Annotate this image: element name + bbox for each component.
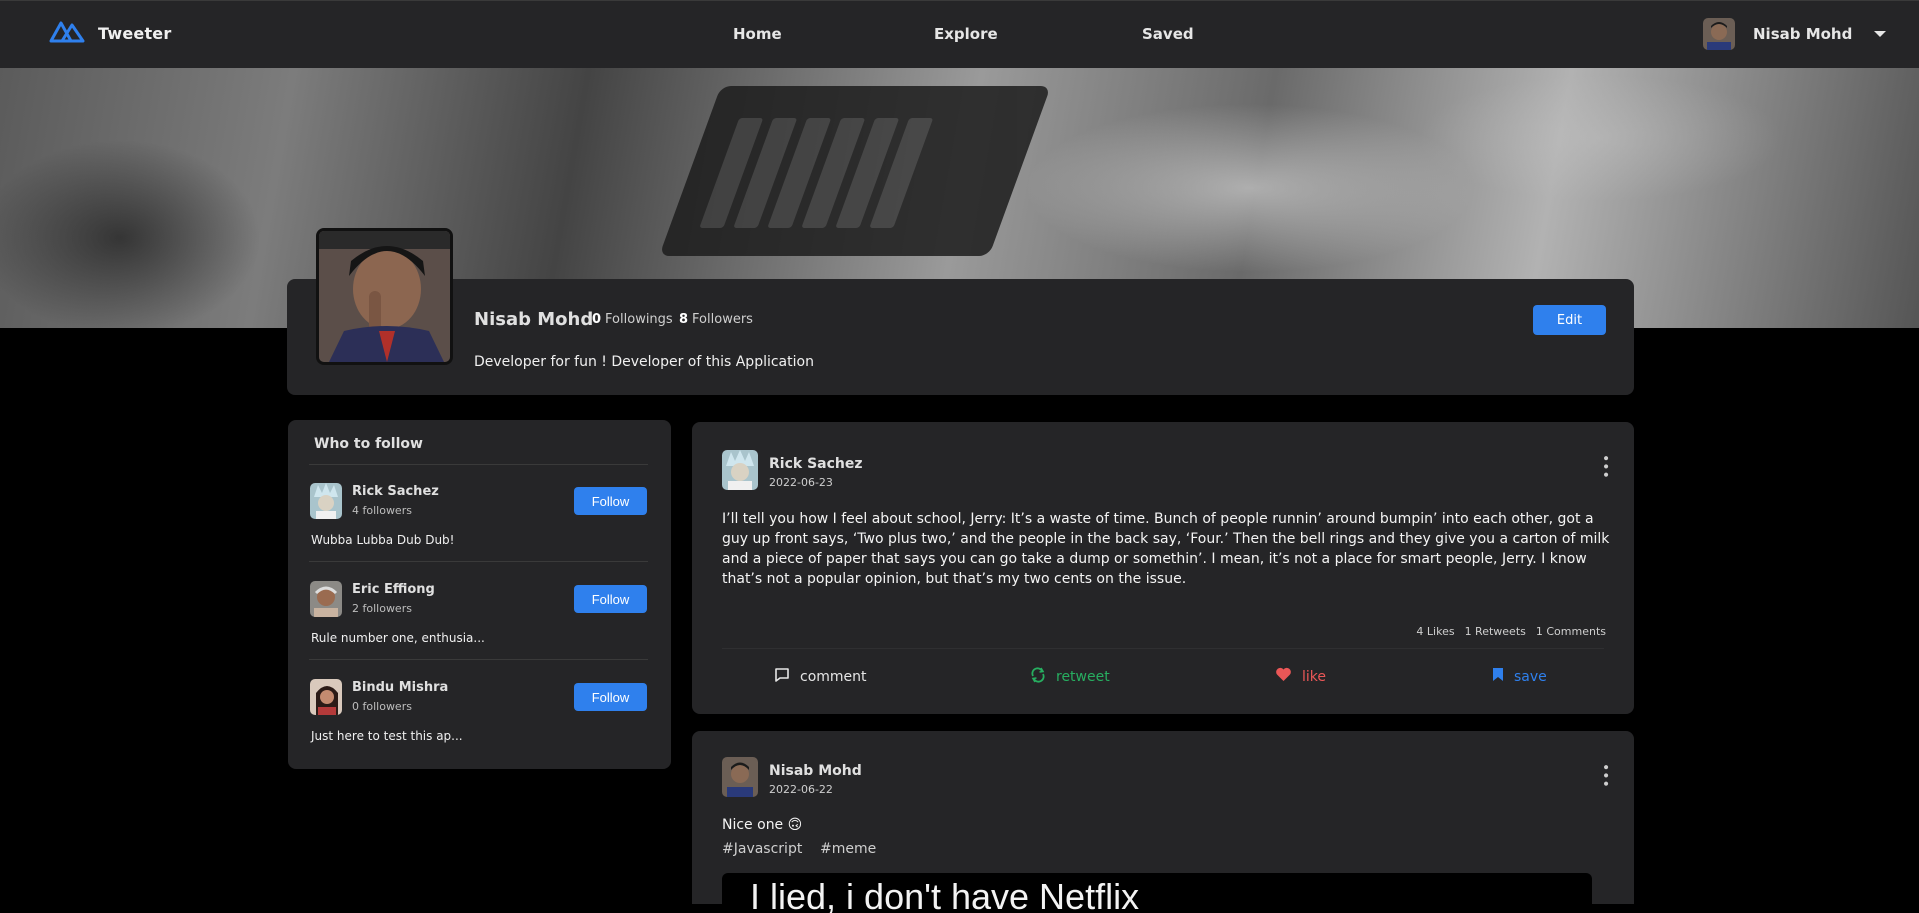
avatar bbox=[310, 483, 342, 519]
tweet-text: Nice one 🙃 bbox=[722, 817, 803, 833]
comments-count: 1 Comments bbox=[1535, 625, 1606, 638]
tweet-date: 2022-06-23 bbox=[769, 476, 833, 489]
profile-avatar bbox=[316, 228, 453, 365]
retweet-button[interactable]: retweet bbox=[1030, 667, 1110, 687]
hashtag[interactable]: #meme bbox=[820, 841, 876, 857]
tweet-author[interactable]: Rick Sachez bbox=[769, 456, 863, 472]
avatar bbox=[1703, 18, 1735, 50]
avatar bbox=[722, 450, 758, 490]
profile-bio: Developer for fun ! Developer of this Ap… bbox=[474, 354, 814, 370]
comment-icon bbox=[774, 667, 790, 687]
followings-stat[interactable]: 0 Followings bbox=[592, 312, 673, 327]
tweet-card: Nisab Mohd 2022-06-22 ••• Nice one 🙃 #Ja… bbox=[692, 731, 1634, 913]
retweet-label: retweet bbox=[1056, 669, 1110, 685]
suggestion-followers: 4 followers bbox=[352, 504, 412, 517]
like-button[interactable]: like bbox=[1275, 667, 1326, 686]
likes-count: 4 Likes bbox=[1416, 625, 1455, 638]
comment-button[interactable]: comment bbox=[774, 667, 867, 687]
who-to-follow-card: Who to follow Rick Sachez 4 followers Fo… bbox=[288, 420, 671, 769]
more-options-icon[interactable]: ••• bbox=[1597, 763, 1613, 788]
profile-card bbox=[287, 279, 1634, 395]
hashtag[interactable]: #Javascript bbox=[722, 841, 802, 857]
retweets-count: 1 Retweets bbox=[1464, 625, 1526, 638]
divider bbox=[309, 561, 648, 562]
nav-explore[interactable]: Explore bbox=[934, 25, 998, 43]
heart-icon bbox=[1275, 667, 1292, 686]
suggestion-followers: 0 followers bbox=[352, 700, 412, 713]
suggestion-name[interactable]: Eric Effiong bbox=[352, 582, 435, 597]
nav-saved[interactable]: Saved bbox=[1142, 25, 1194, 43]
follow-button[interactable]: Follow bbox=[574, 683, 647, 711]
suggestion-bio: Rule number one, enthusia... bbox=[311, 631, 485, 645]
tweet-card: Rick Sachez 2022-06-23 ••• I’ll tell you… bbox=[692, 422, 1634, 714]
nav-username: Nisab Mohd bbox=[1753, 25, 1853, 43]
retweet-icon bbox=[1030, 667, 1046, 687]
divider bbox=[309, 464, 648, 465]
followers-stat[interactable]: 8 Followers bbox=[679, 312, 753, 327]
tweet-author[interactable]: Nisab Mohd bbox=[769, 763, 862, 779]
follow-button[interactable]: Follow bbox=[574, 585, 647, 613]
suggestion-name[interactable]: Bindu Mishra bbox=[352, 680, 448, 695]
user-menu[interactable]: Nisab Mohd bbox=[1703, 18, 1887, 50]
who-to-follow-title: Who to follow bbox=[314, 436, 423, 452]
tweet-image[interactable]: I lied, i don't have Netflix bbox=[722, 873, 1592, 913]
suggestion-name[interactable]: Rick Sachez bbox=[352, 484, 439, 499]
tweet-image-caption: I lied, i don't have Netflix bbox=[750, 876, 1140, 913]
tweet-text: I’ll tell you how I feel about school, J… bbox=[722, 511, 1610, 587]
suggestion-bio: Wubba Lubba Dub Dub! bbox=[311, 533, 455, 547]
save-label: save bbox=[1514, 668, 1547, 685]
like-label: like bbox=[1302, 668, 1327, 685]
follow-button[interactable]: Follow bbox=[574, 487, 647, 515]
avatar bbox=[310, 679, 342, 715]
tweet-stats: 4 Likes 1 Retweets 1 Comments bbox=[1416, 625, 1606, 638]
divider bbox=[722, 648, 1604, 649]
more-options-icon[interactable]: ••• bbox=[1597, 454, 1613, 479]
comment-label: comment bbox=[800, 669, 867, 685]
brand-name: Tweeter bbox=[98, 23, 172, 43]
nav-home[interactable]: Home bbox=[733, 25, 782, 43]
tweet-date: 2022-06-22 bbox=[769, 783, 833, 796]
chevron-down-icon[interactable] bbox=[1874, 31, 1887, 37]
save-button[interactable]: save bbox=[1492, 667, 1547, 686]
avatar bbox=[310, 581, 342, 617]
edit-profile-button[interactable]: Edit bbox=[1533, 305, 1606, 335]
logo-icon bbox=[48, 18, 86, 48]
divider bbox=[309, 659, 648, 660]
cover-keyboard-shape bbox=[659, 86, 1051, 256]
suggestion-followers: 2 followers bbox=[352, 602, 412, 615]
avatar bbox=[722, 757, 758, 797]
profile-name: Nisab Mohd bbox=[474, 309, 594, 330]
brand[interactable]: Tweeter bbox=[48, 18, 171, 48]
bookmark-icon bbox=[1492, 667, 1504, 686]
suggestion-bio: Just here to test this ap... bbox=[311, 729, 463, 743]
top-navbar: Tweeter Home Explore Saved Nisab Mohd bbox=[0, 0, 1919, 68]
